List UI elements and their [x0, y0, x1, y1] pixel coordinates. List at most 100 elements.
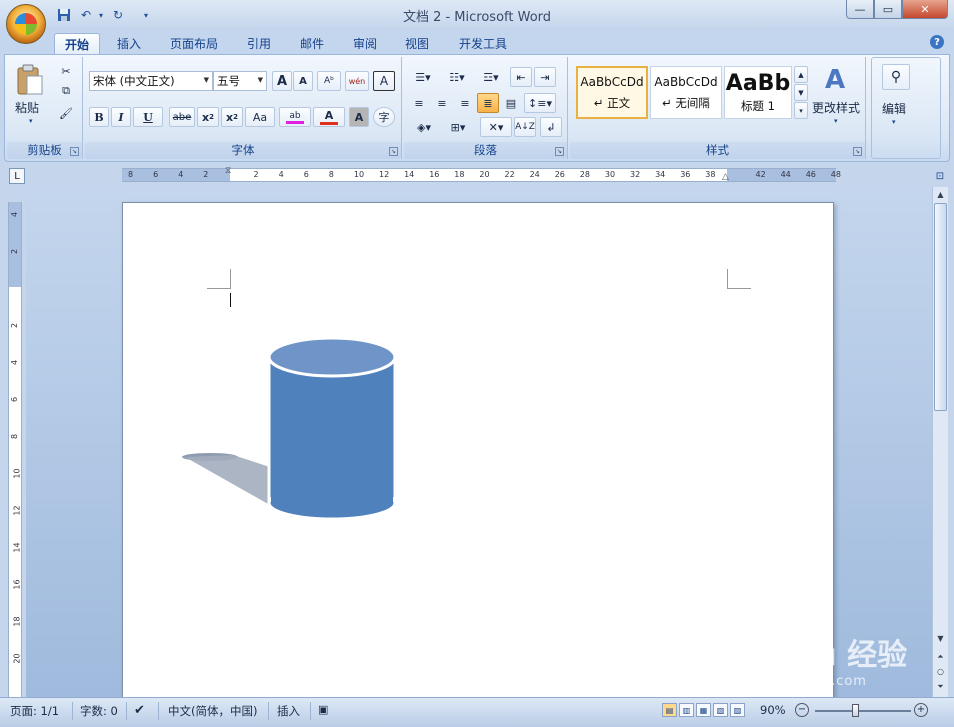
- tab-page-layout[interactable]: 页面布局: [160, 33, 228, 54]
- paragraph-launcher-icon[interactable]: ↘: [555, 147, 564, 156]
- maximize-button[interactable]: ▭: [874, 0, 902, 19]
- styles-scroll-down-icon[interactable]: ▼: [794, 84, 808, 101]
- bold-button[interactable]: B: [89, 107, 109, 127]
- change-styles-button[interactable]: 更改样式: [812, 99, 860, 116]
- grow-font-button[interactable]: A: [272, 71, 292, 91]
- style-normal[interactable]: AaBbCcDd ↵ 正文: [576, 66, 648, 119]
- align-center-icon[interactable]: ≡: [431, 93, 453, 113]
- macro-record-icon[interactable]: ▣: [318, 703, 328, 716]
- zoom-in-icon[interactable]: +: [914, 703, 928, 717]
- font-size-select[interactable]: 五号 ▼: [213, 71, 267, 91]
- scroll-up-icon[interactable]: ▲: [933, 187, 948, 202]
- vertical-ruler[interactable]: 4 2 2 4 6 8 10 12 14 16 18 20: [8, 202, 22, 697]
- show-marks-icon[interactable]: ↲: [540, 117, 562, 137]
- scroll-thumb[interactable]: [934, 203, 947, 411]
- styles-launcher-icon[interactable]: ↘: [853, 147, 862, 156]
- tab-view[interactable]: 视图: [395, 33, 439, 54]
- increase-indent-icon[interactable]: ⇥: [534, 67, 556, 87]
- horizontal-ruler[interactable]: 8 6 4 2 2 4 6 8 10 12 14 16 18 20 22 24 26 28 30 32 34 36 38 42…: [122, 166, 841, 182]
- tab-insert[interactable]: 插入: [107, 33, 151, 54]
- outline-view-icon[interactable]: ▧: [713, 703, 728, 717]
- change-styles-dropdown-icon[interactable]: ▾: [834, 117, 838, 125]
- tab-developer[interactable]: 开发工具: [449, 33, 517, 54]
- editing-dropdown-icon[interactable]: ▾: [892, 118, 896, 126]
- close-button[interactable]: ✕: [902, 0, 948, 19]
- insert-mode[interactable]: 插入: [277, 703, 300, 719]
- char-border-button[interactable]: A: [373, 71, 395, 91]
- shrink-font-button[interactable]: A: [293, 71, 313, 91]
- copy-icon[interactable]: ⧉: [57, 83, 75, 99]
- zoom-level[interactable]: 90%: [760, 703, 786, 717]
- underline-button[interactable]: U: [133, 107, 163, 127]
- paste-icon[interactable]: [13, 63, 47, 97]
- proofing-icon[interactable]: ✔: [134, 703, 145, 718]
- enclose-char-button[interactable]: 字: [373, 107, 395, 127]
- cut-icon[interactable]: ✂: [57, 63, 75, 79]
- align-left-icon[interactable]: ≡: [408, 93, 430, 113]
- char-shading-button[interactable]: A: [349, 107, 369, 127]
- format-painter-icon[interactable]: 🖌: [57, 105, 75, 121]
- line-spacing-icon[interactable]: ↕≡▾: [524, 93, 556, 113]
- clear-format-icon[interactable]: Aᵇ: [317, 71, 341, 91]
- style-heading-1[interactable]: AaBb 标题 1: [724, 66, 792, 119]
- full-screen-reading-icon[interactable]: ▥: [679, 703, 694, 717]
- distributed-icon[interactable]: ▤: [500, 93, 522, 113]
- change-case-button[interactable]: Aa: [245, 107, 275, 127]
- numbering-icon[interactable]: ☷▾: [442, 67, 472, 87]
- office-button[interactable]: [6, 4, 46, 44]
- sort-icon[interactable]: A↓Z: [514, 117, 536, 137]
- help-icon[interactable]: ?: [930, 35, 944, 49]
- ruler-tick-label: 30: [604, 170, 616, 179]
- page-count[interactable]: 页面: 1/1: [10, 703, 59, 719]
- word-count[interactable]: 字数: 0: [80, 703, 118, 719]
- multilevel-list-icon[interactable]: ☲▾: [476, 67, 506, 87]
- strikethrough-button[interactable]: abe: [169, 107, 195, 127]
- web-layout-icon[interactable]: ▦: [696, 703, 711, 717]
- draft-view-icon[interactable]: ▨: [730, 703, 745, 717]
- clipboard-launcher-icon[interactable]: ↘: [70, 147, 79, 156]
- editing-button[interactable]: 编辑: [882, 100, 906, 117]
- ruler-tick-label: 36: [680, 170, 691, 179]
- superscript-button[interactable]: x2: [221, 107, 243, 127]
- highlight-button[interactable]: ab: [279, 107, 311, 127]
- document-area[interactable]: [26, 187, 932, 697]
- change-styles-icon[interactable]: A: [820, 63, 850, 97]
- zoom-out-icon[interactable]: −: [795, 703, 809, 717]
- font-launcher-icon[interactable]: ↘: [389, 147, 398, 156]
- find-binoculars-icon[interactable]: ⚲: [882, 64, 910, 90]
- borders-icon[interactable]: ⊞▾: [442, 117, 474, 137]
- phonetic-guide-icon[interactable]: wén: [345, 71, 369, 91]
- styles-scroll-up-icon[interactable]: ▲: [794, 66, 808, 83]
- styles-more-icon[interactable]: ▾: [794, 102, 808, 119]
- tab-home[interactable]: 开始: [54, 33, 101, 54]
- decrease-indent-icon[interactable]: ⇤: [510, 67, 532, 87]
- view-ruler-icon[interactable]: ⊡: [932, 168, 948, 184]
- tab-selector[interactable]: L: [9, 168, 25, 184]
- language-status[interactable]: 中文(简体，中国): [168, 703, 257, 719]
- font-color-button[interactable]: A: [313, 107, 345, 127]
- paste-button[interactable]: 粘贴: [15, 99, 39, 116]
- align-right-icon[interactable]: ≡: [454, 93, 476, 113]
- paste-dropdown-icon[interactable]: ▾: [29, 117, 33, 125]
- document-page[interactable]: [122, 202, 834, 697]
- bullets-icon[interactable]: ☰▾: [408, 67, 438, 87]
- font-name-select[interactable]: 宋体 (中文正文) ▼: [89, 71, 213, 91]
- tab-mailings[interactable]: 邮件: [290, 33, 334, 54]
- tab-review[interactable]: 审阅: [343, 33, 387, 54]
- right-indent-marker-icon[interactable]: △: [722, 172, 729, 182]
- zoom-slider-thumb[interactable]: [852, 704, 859, 717]
- subscript-button[interactable]: x2: [197, 107, 219, 127]
- indent-marker-icon[interactable]: ⧖: [225, 166, 231, 176]
- shading-icon[interactable]: ◈▾: [408, 117, 440, 137]
- style-no-spacing[interactable]: AaBbCcDd ↵ 无间隔: [650, 66, 722, 119]
- vertical-scrollbar[interactable]: ▲ ▼ ⏶ ○ ⏷: [932, 187, 948, 697]
- print-layout-view-icon[interactable]: ▤: [662, 703, 677, 717]
- cylinder-shape[interactable]: [173, 333, 413, 523]
- justify-icon[interactable]: ≣: [477, 93, 499, 113]
- ruler-tick-label: 6: [153, 170, 159, 179]
- tab-references[interactable]: 引用: [237, 33, 281, 54]
- minimize-button[interactable]: —: [846, 0, 874, 19]
- chinese-layout-icon[interactable]: ✕▾: [480, 117, 512, 137]
- italic-button[interactable]: I: [111, 107, 131, 127]
- zoom-slider[interactable]: [815, 710, 911, 712]
